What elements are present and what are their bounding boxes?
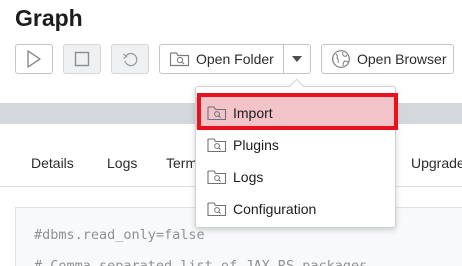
open-folder-dropdown-toggle[interactable] [284,45,310,73]
start-button[interactable] [15,44,53,74]
config-line: # Comma separated list of JAX-RS package… [34,258,368,266]
open-folder-label: Open Folder [196,51,274,67]
folder-icon [207,138,227,153]
globe-icon [332,50,350,68]
open-browser-label: Open Browser [357,51,447,67]
tab-terminal[interactable]: Term [166,155,197,171]
tab-logs[interactable]: Logs [107,155,137,171]
page-title: Graph [15,5,83,31]
menu-item-label: Plugins [233,137,279,153]
config-line: #dbms.read_only=false [34,227,205,243]
menu-item-label: Configuration [233,201,317,217]
stop-button[interactable] [63,44,101,74]
open-browser-button[interactable]: Open Browser [321,44,454,74]
open-folder-button[interactable]: Open Folder [160,45,283,73]
tab-upgrade[interactable]: Upgrade [411,155,462,171]
folder-icon [207,202,227,217]
folder-icon [207,170,227,185]
menu-item-configuration[interactable]: Configuration [196,193,395,225]
menu-item-plugins[interactable]: Plugins [196,129,395,161]
tab-details[interactable]: Details [31,155,74,171]
undo-icon [123,52,138,67]
restart-button[interactable] [111,44,149,74]
play-icon [27,50,41,68]
highlight-annotation [197,93,398,130]
caret-down-icon [292,56,302,62]
menu-item-label: Logs [233,169,264,185]
stop-icon [74,51,90,67]
folder-search-icon [169,52,190,67]
menu-item-logs[interactable]: Logs [196,161,395,193]
open-folder-split-button: Open Folder [159,44,311,74]
